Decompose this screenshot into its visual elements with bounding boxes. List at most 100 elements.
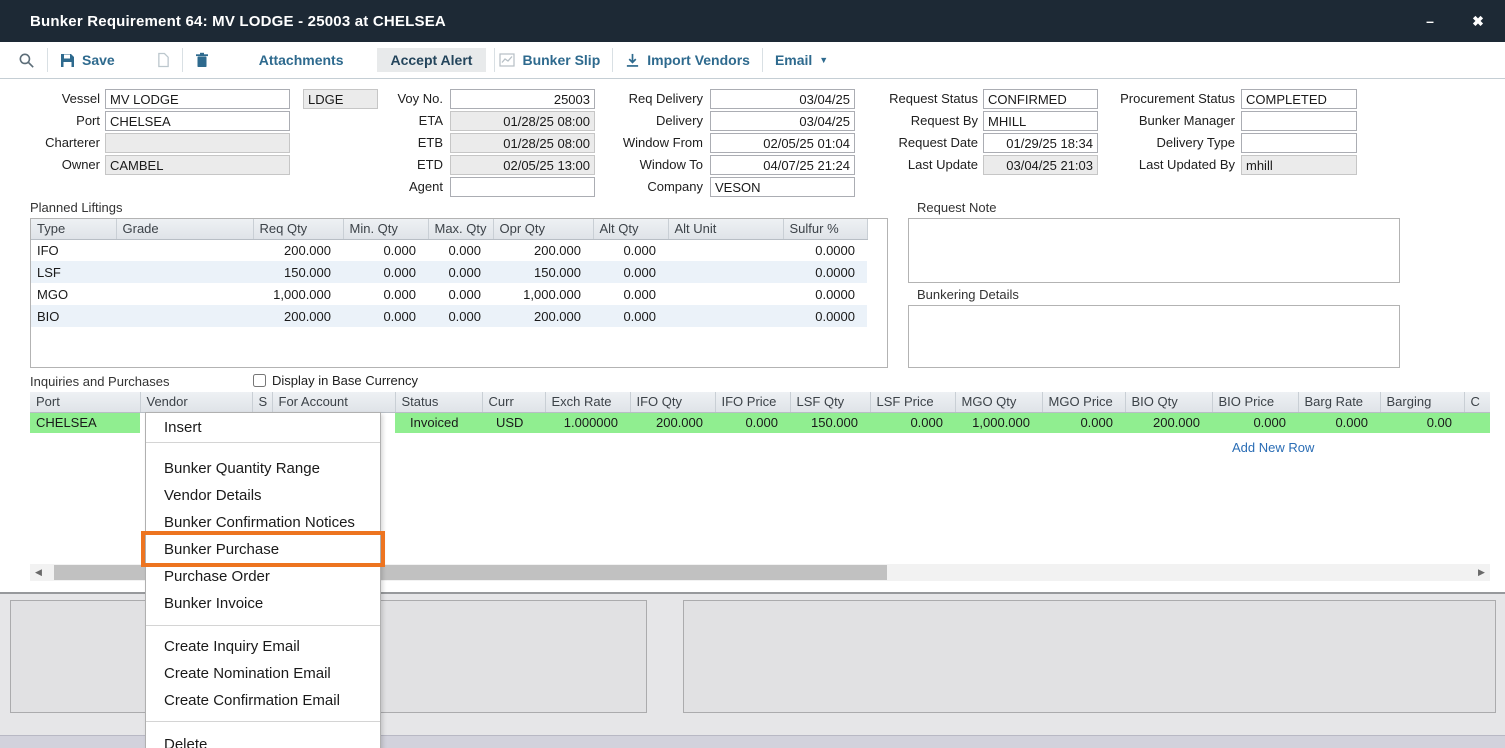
display-base-currency-checkbox[interactable] xyxy=(253,374,266,387)
menu-item-insert[interactable]: Insert xyxy=(146,413,380,442)
cell[interactable] xyxy=(116,261,253,283)
cell[interactable]: MGO xyxy=(31,283,116,305)
new-page-icon[interactable] xyxy=(157,52,170,68)
cell[interactable]: 0.000 xyxy=(343,283,428,305)
cell[interactable]: 0.000 xyxy=(428,261,493,283)
menu-item-purchase-order[interactable]: Purchase Order xyxy=(146,563,380,590)
cell[interactable]: 0.000 xyxy=(715,412,790,433)
cell[interactable]: 0.0000 xyxy=(783,283,867,305)
menu-item-bunker-purchase[interactable]: Bunker Purchase xyxy=(146,536,380,563)
cell[interactable]: 0.0000 xyxy=(783,261,867,283)
cell[interactable]: 1,000.000 xyxy=(955,412,1042,433)
cell[interactable] xyxy=(668,261,783,283)
import-vendors-button[interactable]: Import Vendors xyxy=(625,52,750,68)
cell[interactable]: 0.000 xyxy=(1212,412,1298,433)
cell[interactable]: 0.0000 xyxy=(783,239,867,261)
menu-item-delete[interactable]: Delete xyxy=(146,731,380,748)
cell[interactable]: 150.000 xyxy=(790,412,870,433)
procurement-status-field[interactable] xyxy=(1241,89,1357,109)
bunkering-details-input[interactable] xyxy=(909,306,1399,367)
minimize-button[interactable]: – xyxy=(1419,13,1441,29)
attachments-button[interactable]: Attachments xyxy=(259,52,344,68)
menu-item-bunker-quantity-range[interactable]: Bunker Quantity Range xyxy=(146,455,380,482)
cell[interactable]: 150.000 xyxy=(253,261,343,283)
cell[interactable]: 0.000 xyxy=(343,305,428,327)
menu-item-bunker-confirmation-notices[interactable]: Bunker Confirmation Notices xyxy=(146,509,380,536)
table-row[interactable]: IFO200.0000.0000.000200.0000.0000.0000 xyxy=(31,239,867,261)
cell[interactable] xyxy=(116,305,253,327)
cell[interactable]: 0.000 xyxy=(593,283,668,305)
cell[interactable]: 0.000 xyxy=(593,261,668,283)
req-delivery-field[interactable] xyxy=(710,89,855,109)
cell[interactable]: 1,000.000 xyxy=(253,283,343,305)
cell[interactable]: 200.000 xyxy=(493,305,593,327)
cell[interactable]: 0.00 xyxy=(1380,412,1464,433)
agent-field[interactable] xyxy=(450,177,595,197)
company-field[interactable] xyxy=(710,177,855,197)
request-note-input[interactable] xyxy=(909,219,1399,282)
cell[interactable]: 0.000 xyxy=(1042,412,1125,433)
window-from-field[interactable] xyxy=(710,133,855,153)
search-icon[interactable] xyxy=(18,52,35,69)
request-status-field[interactable] xyxy=(983,89,1098,109)
vessel-field[interactable] xyxy=(105,89,290,109)
delivery-type-field[interactable] xyxy=(1241,133,1357,153)
cell[interactable] xyxy=(116,283,253,305)
cell[interactable] xyxy=(668,283,783,305)
bunkering-details-label: Bunkering Details xyxy=(917,287,1019,303)
bunker-manager-field[interactable] xyxy=(1241,111,1357,131)
cell[interactable]: BIO xyxy=(31,305,116,327)
cell[interactable]: 200.000 xyxy=(493,239,593,261)
scroll-left-arrow-icon[interactable]: ◀ xyxy=(30,564,47,581)
accept-alert-button[interactable]: Accept Alert xyxy=(377,48,487,72)
cell[interactable]: Invoiced xyxy=(395,412,482,433)
cell[interactable] xyxy=(668,239,783,261)
delivery-field[interactable] xyxy=(710,111,855,131)
cell[interactable]: 0.000 xyxy=(1298,412,1380,433)
table-row[interactable]: MGO1,000.0000.0000.0001,000.0000.0000.00… xyxy=(31,283,867,305)
voy-no-field[interactable] xyxy=(450,89,595,109)
cell[interactable]: LSF xyxy=(31,261,116,283)
cell[interactable]: 200.000 xyxy=(253,239,343,261)
cell[interactable]: 0.000 xyxy=(593,305,668,327)
cell[interactable]: USD xyxy=(482,412,545,433)
cell[interactable]: 0.000 xyxy=(870,412,955,433)
cell[interactable]: 0.000 xyxy=(343,261,428,283)
cell[interactable]: 200.000 xyxy=(253,305,343,327)
cell[interactable]: 200.000 xyxy=(630,412,715,433)
table-row[interactable]: BIO200.0000.0000.000200.0000.0000.0000 xyxy=(31,305,867,327)
window-to-field[interactable] xyxy=(710,155,855,175)
cell[interactable]: 0.000 xyxy=(428,283,493,305)
cell[interactable] xyxy=(1464,412,1490,433)
menu-item-create-inquiry-email[interactable]: Create Inquiry Email xyxy=(146,633,380,660)
menu-item-bunker-invoice[interactable]: Bunker Invoice xyxy=(146,590,380,617)
add-new-row-link[interactable]: Add New Row xyxy=(1232,440,1314,455)
bunker-slip-button[interactable]: Bunker Slip xyxy=(499,52,600,68)
cell[interactable]: 200.000 xyxy=(1125,412,1212,433)
cell[interactable]: IFO xyxy=(31,239,116,261)
email-dropdown-button[interactable]: Email ▼ xyxy=(775,52,828,68)
cell[interactable]: 1,000.000 xyxy=(493,283,593,305)
cell[interactable]: 0.000 xyxy=(428,239,493,261)
port-field[interactable] xyxy=(105,111,290,131)
request-by-field[interactable] xyxy=(983,111,1098,131)
cell[interactable]: CHELSEA xyxy=(30,412,140,433)
menu-item-create-confirmation-email[interactable]: Create Confirmation Email xyxy=(146,687,380,714)
cell[interactable]: 1.000000 xyxy=(545,412,630,433)
cell[interactable]: 0.000 xyxy=(428,305,493,327)
table-row[interactable]: LSF150.0000.0000.000150.0000.0000.0000 xyxy=(31,261,867,283)
delete-icon[interactable] xyxy=(195,52,209,68)
menu-item-create-nomination-email[interactable]: Create Nomination Email xyxy=(146,660,380,687)
cell[interactable]: 0.000 xyxy=(343,239,428,261)
cell[interactable]: 0.0000 xyxy=(783,305,867,327)
cell[interactable]: 0.000 xyxy=(593,239,668,261)
close-button[interactable]: ✖ xyxy=(1467,13,1489,30)
menu-item-vendor-details[interactable]: Vendor Details xyxy=(146,482,380,509)
cell[interactable] xyxy=(116,239,253,261)
cell[interactable] xyxy=(668,305,783,327)
request-note-label: Request Note xyxy=(917,200,997,216)
request-date-field[interactable] xyxy=(983,133,1098,153)
save-button[interactable]: Save xyxy=(60,52,115,68)
cell[interactable]: 150.000 xyxy=(493,261,593,283)
scroll-right-arrow-icon[interactable]: ▶ xyxy=(1473,564,1490,581)
